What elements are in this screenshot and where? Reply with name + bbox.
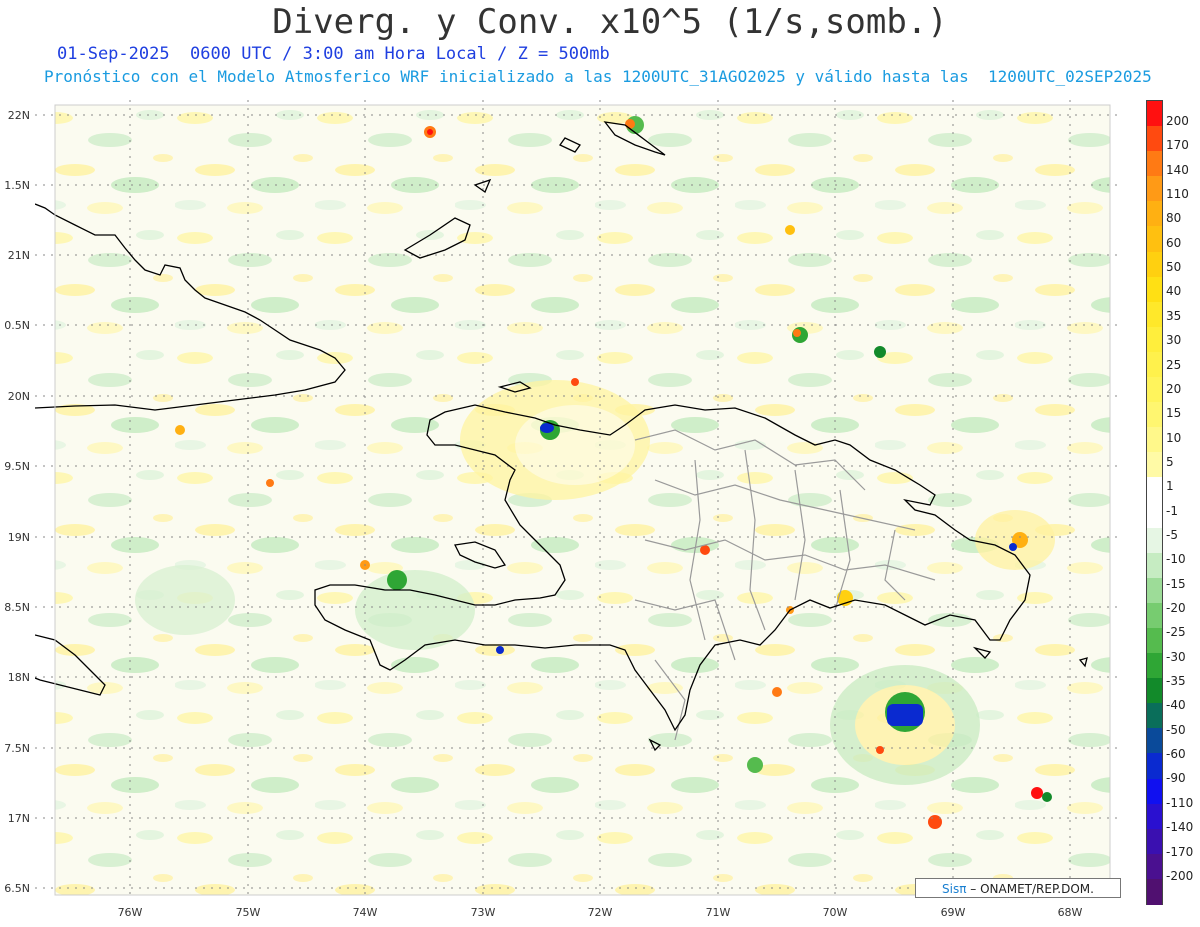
colorbar-label: -170	[1166, 844, 1194, 859]
lon-label: 75W	[235, 906, 261, 919]
field-background	[55, 105, 1110, 895]
colorbar-label: 60	[1166, 235, 1182, 250]
colorbar-label: 200	[1166, 114, 1189, 128]
lat-label: 0.5N	[4, 319, 30, 332]
colorbar-label: 1	[1166, 479, 1174, 494]
colorbar-label: -200	[1166, 868, 1194, 883]
colorbar-label: 170	[1166, 138, 1189, 153]
lat-label: 1.5N	[4, 179, 30, 192]
colorbar-segment	[1147, 577, 1162, 604]
colorbar-label: -40	[1166, 698, 1186, 713]
colorbar-segment	[1147, 377, 1162, 403]
colorbar-segment	[1147, 251, 1162, 278]
map-title: Diverg. y Conv. x10^5 (1/s,somb.)	[272, 2, 948, 42]
lat-label: 17N	[7, 812, 30, 825]
colorbar-label: -1	[1166, 503, 1178, 518]
colorbar-segment	[1147, 678, 1162, 704]
colorbar-label: 30	[1166, 333, 1182, 348]
colorbar-label: 20	[1166, 381, 1182, 396]
lat-label: 6.5N	[4, 882, 30, 895]
colorbar-segment	[1147, 126, 1162, 152]
lat-label: 9.5N	[4, 460, 30, 473]
lon-label: 74W	[352, 906, 378, 919]
colorbar-label: 80	[1166, 211, 1182, 226]
lon-label: 68W	[1057, 906, 1083, 919]
colorbar-segment	[1147, 276, 1162, 303]
colorbar-segment	[1147, 728, 1162, 754]
colorbar-segment	[1147, 828, 1162, 855]
colorbar-segment	[1147, 853, 1162, 880]
lon-label: 72W	[587, 906, 613, 919]
colorbar-segment	[1147, 803, 1162, 830]
colorbar-segment	[1147, 452, 1162, 478]
colorbar-segment	[1147, 201, 1162, 227]
colorbar-label: -5	[1166, 527, 1178, 542]
colorbar-label: -110	[1166, 795, 1194, 810]
colorbar-label: -20	[1166, 601, 1186, 615]
colorbar-segment	[1147, 427, 1162, 453]
lon-label: 70W	[822, 906, 848, 919]
colorbar-label: -35	[1166, 674, 1186, 689]
colorbar-label: -50	[1166, 722, 1186, 737]
colorbar-segment	[1147, 402, 1162, 428]
lat-label: 18N	[7, 671, 30, 684]
lat-label: 20N	[7, 390, 30, 403]
colorbar	[1146, 100, 1163, 905]
colorbar-label: -60	[1166, 747, 1186, 762]
colorbar-segment	[1147, 176, 1162, 202]
model-info-subtitle: Pronóstico con el Modelo Atmosferico WRF…	[44, 67, 1152, 86]
lon-label: 73W	[470, 906, 496, 919]
lat-label: 8.5N	[4, 601, 30, 614]
colorbar-segment	[1147, 151, 1162, 177]
lon-label: 76W	[117, 906, 143, 919]
colorbar-segment	[1147, 226, 1162, 253]
colorbar-segment	[1147, 778, 1162, 805]
lat-label: 21N	[7, 249, 30, 262]
colorbar-segment	[1147, 326, 1162, 353]
colorbar-label: 50	[1166, 260, 1182, 275]
colorbar-segment	[1147, 627, 1162, 654]
colorbar-segment	[1147, 477, 1162, 503]
colorbar-segment	[1147, 753, 1162, 780]
colorbar-label: 15	[1166, 406, 1182, 421]
colorbar-label: 110	[1166, 187, 1189, 202]
colorbar-segment	[1147, 653, 1162, 679]
valid-time-subtitle: 01-Sep-2025 0600 UTC / 3:00 am Hora Loca…	[57, 44, 610, 64]
credit-text: – ONAMET/REP.DOM.	[966, 882, 1094, 896]
colorbar-segment	[1147, 101, 1162, 127]
credit-box: Sisπ – ONAMET/REP.DOM.	[915, 878, 1121, 898]
colorbar-segment	[1147, 301, 1162, 328]
lon-label: 71W	[705, 906, 731, 919]
colorbar-segment	[1147, 703, 1162, 729]
map-canvas	[35, 100, 1120, 900]
colorbar-label: -30	[1166, 649, 1186, 664]
colorbar-label: -15	[1166, 576, 1186, 591]
colorbar-label: -140	[1166, 820, 1194, 835]
colorbar-label: 40	[1166, 284, 1182, 299]
colorbar-label: 25	[1166, 357, 1182, 372]
colorbar-segment	[1147, 502, 1162, 529]
sispi-logo: Sisπ	[942, 882, 967, 896]
colorbar-segment	[1147, 552, 1162, 579]
colorbar-segment	[1147, 878, 1162, 905]
lon-label: 69W	[940, 906, 966, 919]
colorbar-label: -90	[1166, 771, 1186, 786]
colorbar-segment	[1147, 527, 1162, 554]
lat-label: 7.5N	[4, 742, 30, 755]
colorbar-label: 35	[1166, 308, 1182, 323]
colorbar-segment	[1147, 351, 1162, 378]
lat-label: 19N	[7, 531, 30, 544]
colorbar-label: -25	[1166, 625, 1186, 640]
colorbar-segment	[1147, 602, 1162, 629]
colorbar-label: 140	[1166, 162, 1189, 177]
colorbar-label: 10	[1166, 430, 1182, 445]
lat-label: 22N	[7, 109, 30, 122]
colorbar-label: 5	[1166, 454, 1174, 469]
colorbar-label: -10	[1166, 552, 1186, 567]
